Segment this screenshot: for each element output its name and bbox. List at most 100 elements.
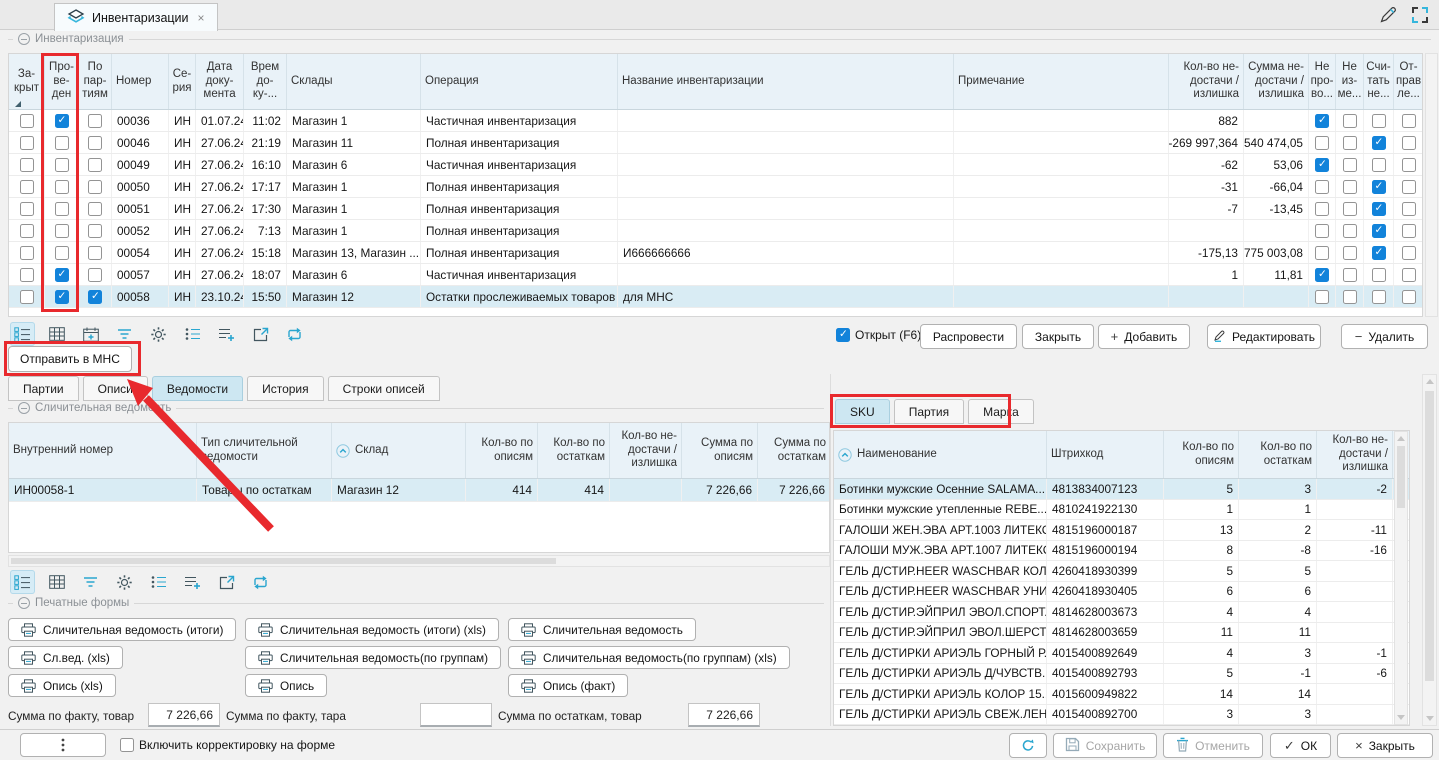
row-checkbox[interactable] <box>1402 202 1416 216</box>
row-checkbox[interactable] <box>55 246 69 260</box>
edit-button[interactable]: Редактировать <box>1207 324 1321 349</box>
column-header[interactable]: Про- ве- ден <box>45 54 79 109</box>
numbered-list-icon[interactable] <box>180 322 205 346</box>
doc-tab-4[interactable]: История <box>247 376 324 401</box>
column-header[interactable]: Склады <box>287 54 421 109</box>
column-header[interactable]: Се- рия <box>169 54 196 109</box>
list-add-icon[interactable] <box>180 570 205 594</box>
sku-row[interactable]: ГЕЛЬ Д/СТИРКИ АРИЭЛЬ КОЛОР 15...40156009… <box>834 684 1409 705</box>
save-button[interactable]: Сохранить <box>1053 733 1157 758</box>
refresh-loop-icon[interactable] <box>248 570 273 594</box>
list-view-icon[interactable] <box>10 322 35 346</box>
row-checkbox[interactable] <box>1315 290 1329 304</box>
row-checkbox[interactable] <box>1402 158 1416 172</box>
sku-row[interactable]: ГЕЛЬ Д/СТИР.HEER WASCHBAR КОЛ...42604189… <box>834 561 1409 582</box>
refresh-button[interactable] <box>1009 733 1047 758</box>
numbered-list-icon[interactable] <box>146 570 171 594</box>
column-header[interactable]: Штрихкод <box>1047 431 1164 478</box>
row-checkbox[interactable] <box>1372 246 1386 260</box>
fullscreen-icon[interactable] <box>1409 4 1431 29</box>
row-checkbox[interactable] <box>88 158 102 172</box>
column-header[interactable]: По пар- тиям <box>79 54 112 109</box>
row-checkbox[interactable] <box>88 136 102 150</box>
column-header[interactable]: Кол-во по описям <box>466 423 538 478</box>
correction-checkbox-row[interactable]: Включить корректировку на форме <box>120 738 335 752</box>
inventory-row[interactable]: 00051ИН27.06.2417:30Магазин 1Полная инве… <box>9 198 1422 220</box>
row-checkbox[interactable] <box>55 136 69 150</box>
list-view-icon[interactable] <box>10 570 35 594</box>
rest-goods-input[interactable]: 7 226,66 <box>688 703 760 727</box>
column-header[interactable]: Дата доку- мента <box>196 54 244 109</box>
row-checkbox[interactable] <box>1343 180 1357 194</box>
distribute-button[interactable]: Распровести <box>920 324 1017 349</box>
row-checkbox[interactable] <box>1315 246 1329 260</box>
fact-goods-input[interactable]: 7 226,66 <box>148 703 220 727</box>
column-header[interactable]: Наименование <box>834 431 1047 478</box>
close-doc-button[interactable]: Закрыть <box>1022 324 1094 349</box>
row-checkbox[interactable] <box>20 114 34 128</box>
column-header[interactable]: Сумма по остаткам <box>758 423 830 478</box>
doc-tab-2[interactable]: Описи <box>83 376 148 401</box>
inventory-row[interactable]: 00054ИН27.06.2415:18Магазин 13, Магазин … <box>9 242 1422 264</box>
sku-row[interactable]: ГЕЛЬ Д/СТИРКИ АРИЭЛЬ Д/ЧУВСТВ....4015400… <box>834 664 1409 685</box>
column-header[interactable]: Кол-во по остаткам <box>538 423 610 478</box>
row-checkbox[interactable] <box>1343 290 1357 304</box>
sku-row[interactable]: ГЕЛЬ Д/СТИРКИ АРИЭЛЬ ГОРНЫЙ Р...40154008… <box>834 643 1409 664</box>
row-checkbox[interactable] <box>1372 180 1386 194</box>
sku-row[interactable]: ГАЛОШИ МУЖ.ЭВА АРТ.1007 ЛИТЕКС4815196000… <box>834 541 1409 562</box>
print-form-button[interactable]: Опись (xls) <box>8 674 116 697</box>
row-checkbox[interactable] <box>1402 246 1416 260</box>
row-checkbox[interactable] <box>55 268 69 282</box>
filter-icon[interactable] <box>78 570 103 594</box>
row-checkbox[interactable] <box>1315 114 1329 128</box>
row-checkbox[interactable] <box>88 224 102 238</box>
collapse-icon[interactable] <box>18 597 30 609</box>
row-checkbox[interactable] <box>1343 268 1357 282</box>
print-form-button[interactable]: Сличительная ведомость (итоги) (xls) <box>245 618 499 641</box>
row-checkbox[interactable] <box>1343 158 1357 172</box>
row-checkbox[interactable] <box>20 290 34 304</box>
send-to-mns-button[interactable]: Отправить в МНС <box>8 346 132 372</box>
sku-tab-1[interactable]: SKU <box>835 399 890 424</box>
row-checkbox[interactable] <box>1343 136 1357 150</box>
row-checkbox[interactable] <box>88 180 102 194</box>
column-header[interactable]: Кол-во не- достачи / излишка <box>1317 431 1393 478</box>
column-header[interactable]: Врем до- ку-... <box>244 54 287 109</box>
sku-row[interactable]: ГЕЛЬ Д/СТИРКИ АРИЭЛЬ СВЕЖ.ЛЕН...40154008… <box>834 705 1409 726</box>
delete-button[interactable]: −Удалить <box>1341 324 1428 349</box>
print-form-button[interactable]: Сл.вед. (xls) <box>8 646 123 669</box>
inventory-row[interactable]: 00049ИН27.06.2416:10Магазин 6Частичная и… <box>9 154 1422 176</box>
add-button[interactable]: +Добавить <box>1098 324 1190 349</box>
column-header[interactable]: Примечание <box>954 54 1169 109</box>
column-header[interactable]: Склад <box>332 423 466 478</box>
print-form-button[interactable]: Сличительная ведомость(по группам) (xls) <box>508 646 790 669</box>
column-header[interactable]: Не про- во... <box>1309 54 1336 109</box>
row-checkbox[interactable] <box>1315 180 1329 194</box>
row-checkbox[interactable] <box>55 202 69 216</box>
row-checkbox[interactable] <box>55 158 69 172</box>
row-checkbox[interactable] <box>1343 224 1357 238</box>
row-checkbox[interactable] <box>1402 224 1416 238</box>
row-checkbox[interactable] <box>88 202 102 216</box>
column-header[interactable]: Сумма не- достачи / излишка <box>1244 54 1309 109</box>
column-header[interactable]: Внутренний номер <box>9 423 197 478</box>
sku-row[interactable]: ГЕЛЬ Д/СТИР.ЭЙПРИЛ ЭВОЛ.ШЕРСТ...48146280… <box>834 623 1409 644</box>
column-header[interactable]: Сумма по описям <box>682 423 758 478</box>
row-checkbox[interactable] <box>55 290 69 304</box>
doc-tab-3[interactable]: Ведомости <box>152 376 243 401</box>
row-checkbox[interactable] <box>20 224 34 238</box>
print-form-button[interactable]: Сличительная ведомость (итоги) <box>8 618 236 641</box>
open-external-icon[interactable] <box>248 322 273 346</box>
inventory-row[interactable]: 00050ИН27.06.2417:17Магазин 1Полная инве… <box>9 176 1422 198</box>
sku-row[interactable]: ГЕЛЬ Д/СТИР.ЭЙПРИЛ ЭВОЛ.СПОРТ...48146280… <box>834 602 1409 623</box>
filter-icon[interactable] <box>112 322 137 346</box>
row-checkbox[interactable] <box>88 268 102 282</box>
row-checkbox[interactable] <box>1372 268 1386 282</box>
inventory-row[interactable]: 00046ИН27.06.2421:19Магазин 11Полная инв… <box>9 132 1422 154</box>
row-checkbox[interactable] <box>1402 290 1416 304</box>
sku-tab-2[interactable]: Партия <box>894 399 964 424</box>
collapse-icon[interactable] <box>18 33 30 45</box>
inventory-row[interactable]: 00052ИН27.06.247:13Магазин 1Полная инвен… <box>9 220 1422 242</box>
row-checkbox[interactable] <box>1402 268 1416 282</box>
row-checkbox[interactable] <box>1372 114 1386 128</box>
